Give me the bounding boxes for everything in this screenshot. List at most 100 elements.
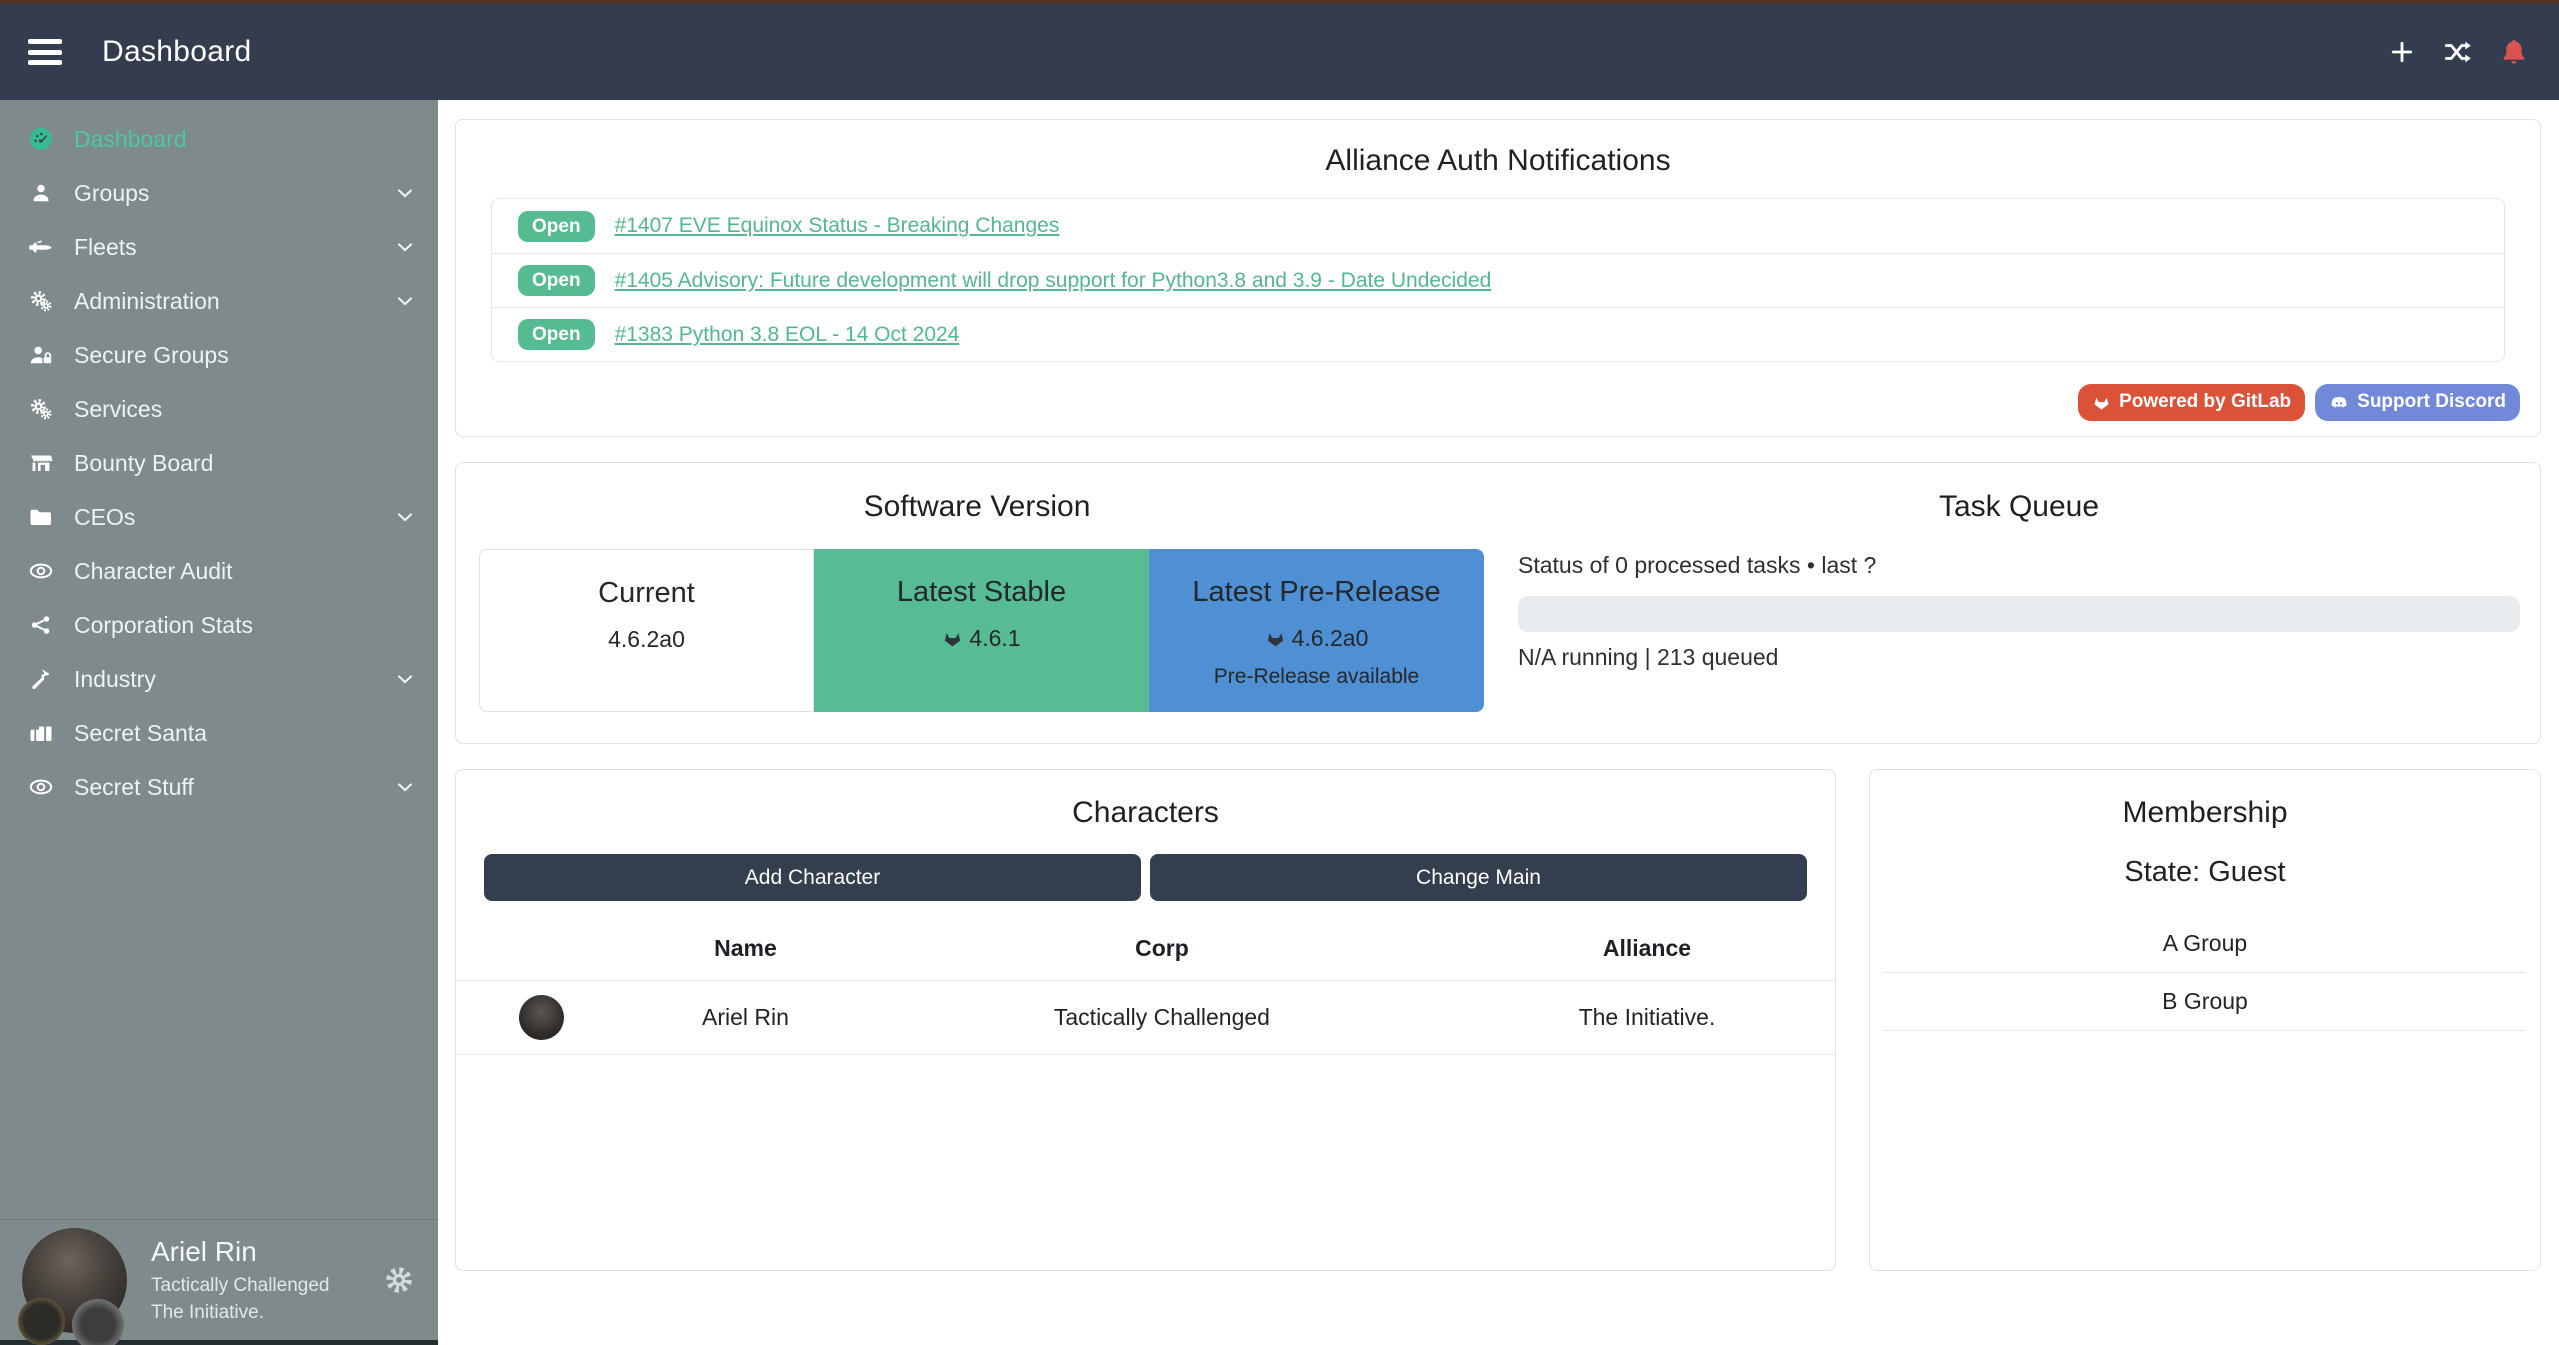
sidebar-item-label: Fleets: [74, 234, 137, 261]
sidebar-item-label: Dashboard: [74, 126, 187, 153]
sidebar-item-secret-stuff[interactable]: Secret Stuff: [0, 760, 438, 814]
software-version-section: Software Version Current 4.6.2a0 Latest …: [456, 490, 1498, 743]
version-label: Latest Pre-Release: [1149, 576, 1484, 609]
sidebar-nav: Dashboard Groups Fleets Administration S…: [0, 100, 438, 814]
user-icon: [30, 182, 52, 204]
gifts-icon: [29, 721, 53, 745]
version-boxes: Current 4.6.2a0 Latest Stable 4.6.1 Late…: [479, 549, 1484, 712]
chevron-down-icon: [394, 668, 416, 690]
sidebar-item-label: Secure Groups: [74, 342, 229, 369]
alliance-auth-notifications-panel: Alliance Auth Notifications Open #1407 E…: [455, 119, 2541, 437]
discord-icon: [2329, 393, 2349, 413]
list-item: Open #1405 Advisory: Future development …: [492, 253, 2504, 307]
sidebar-item-label: Bounty Board: [74, 450, 213, 477]
main-content: Alliance Auth Notifications Open #1407 E…: [438, 100, 2559, 1345]
sidebar-item-label: Corporation Stats: [74, 612, 253, 639]
notifications-button[interactable]: [2497, 35, 2531, 69]
sidebar-item-services[interactable]: Services: [0, 382, 438, 436]
notifications-list: Open #1407 EVE Equinox Status - Breaking…: [491, 198, 2505, 362]
sidebar-item-label: Secret Santa: [74, 720, 207, 747]
notification-link[interactable]: #1383 Python 3.8 EOL - 14 Oct 2024: [615, 323, 960, 347]
corp-logo: [18, 1298, 65, 1345]
change-main-button[interactable]: Change Main: [1150, 854, 1807, 901]
notifications-title: Alliance Auth Notifications: [456, 144, 2540, 178]
status-badge: Open: [518, 211, 595, 242]
list-item: B Group: [1884, 973, 2526, 1031]
chevron-down-icon: [394, 236, 416, 258]
column-header-name: Name: [626, 917, 865, 981]
sidebar-item-label: Industry: [74, 666, 156, 693]
page-title: Dashboard: [102, 35, 251, 69]
bell-icon: [2499, 37, 2529, 67]
sidebar-item-dashboard[interactable]: Dashboard: [0, 112, 438, 166]
add-character-button[interactable]: Add Character: [484, 854, 1141, 901]
group-list: A Group B Group: [1884, 915, 2526, 1031]
sidebar-item-label: Services: [74, 396, 162, 423]
notification-link[interactable]: #1407 EVE Equinox Status - Breaking Chan…: [615, 214, 1060, 238]
column-header-alliance: Alliance: [1459, 917, 1835, 981]
column-header-corp: Corp: [865, 917, 1459, 981]
sidebar-item-label: Secret Stuff: [74, 774, 194, 801]
powered-by-gitlab-badge[interactable]: Powered by GitLab: [2078, 384, 2305, 421]
sidebar-item-bounty-board[interactable]: Bounty Board: [0, 436, 438, 490]
sidebar-item-label: Administration: [74, 288, 220, 315]
version-label: Latest Stable: [814, 576, 1149, 609]
sidebar-item-industry[interactable]: Industry: [0, 652, 438, 706]
version-label: Current: [480, 577, 813, 610]
task-queue-status: Status of 0 processed tasks • last ?: [1518, 552, 2520, 579]
user-name: Ariel Rin: [151, 1234, 330, 1270]
notifications-footer: Powered by GitLab Support Discord: [2078, 384, 2520, 421]
notification-link[interactable]: #1405 Advisory: Future development will …: [615, 269, 1492, 293]
hamburger-menu-button[interactable]: [28, 39, 62, 65]
version-sub-label: Pre-Release available: [1149, 665, 1484, 689]
sidebar-bottom-strip: [0, 1340, 438, 1345]
version-prerelease-box: Latest Pre-Release 4.6.2a0 Pre-Release a…: [1149, 549, 1484, 712]
user-corp: Tactically Challenged: [151, 1274, 330, 1299]
characters-title: Characters: [456, 796, 1835, 830]
gitlab-icon: [2092, 393, 2111, 412]
plus-icon: [2388, 38, 2416, 66]
membership-panel: Membership State: Guest A Group B Group: [1869, 769, 2541, 1271]
sidebar-item-label: CEOs: [74, 504, 135, 531]
space-shuttle-icon: [29, 235, 53, 259]
support-discord-badge[interactable]: Support Discord: [2315, 384, 2520, 421]
user-lock-icon: [29, 343, 53, 367]
user-settings-button[interactable]: [382, 1263, 416, 1297]
chevron-down-icon: [394, 506, 416, 528]
store-icon: [29, 451, 53, 475]
cogs-icon: [29, 289, 53, 313]
sidebar-item-secure-groups[interactable]: Secure Groups: [0, 328, 438, 382]
sidebar-item-label: Character Audit: [74, 558, 233, 585]
chevron-down-icon: [394, 182, 416, 204]
switch-character-button[interactable]: [2441, 35, 2475, 69]
gear-icon: [382, 1263, 416, 1297]
status-badge: Open: [518, 319, 595, 350]
sidebar-item-fleets[interactable]: Fleets: [0, 220, 438, 274]
user-alliance: The Initiative.: [151, 1301, 330, 1326]
add-button[interactable]: [2385, 35, 2419, 69]
sidebar-item-administration[interactable]: Administration: [0, 274, 438, 328]
task-queue-progress-bar: [1518, 596, 2520, 632]
top-navbar: Dashboard: [0, 4, 2559, 100]
cogs-icon: [29, 397, 53, 421]
eye-icon: [29, 775, 53, 799]
sidebar-item-groups[interactable]: Groups: [0, 166, 438, 220]
list-item: Open #1407 EVE Equinox Status - Breaking…: [492, 199, 2504, 253]
cell-character-corp: Tactically Challenged: [865, 981, 1459, 1055]
membership-state: State: Guest: [1870, 856, 2540, 889]
status-badge: Open: [518, 265, 595, 296]
version-value: 4.6.1: [969, 625, 1020, 652]
membership-title: Membership: [1870, 796, 2540, 830]
sidebar-item-corporation-stats[interactable]: Corporation Stats: [0, 598, 438, 652]
version-stable-box: Latest Stable 4.6.1: [814, 549, 1149, 712]
sidebar-item-ceos[interactable]: CEOs: [0, 490, 438, 544]
sidebar-item-character-audit[interactable]: Character Audit: [0, 544, 438, 598]
software-taskqueue-panel: Software Version Current 4.6.2a0 Latest …: [455, 462, 2541, 744]
cell-character-alliance: The Initiative.: [1459, 981, 1835, 1055]
hamburger-icon: [28, 39, 62, 44]
navbar-actions: [2385, 35, 2531, 69]
hammer-icon: [29, 667, 53, 691]
task-queue-section: Task Queue Status of 0 processed tasks •…: [1498, 490, 2540, 743]
tachometer-icon: [29, 127, 53, 151]
sidebar-item-secret-santa[interactable]: Secret Santa: [0, 706, 438, 760]
